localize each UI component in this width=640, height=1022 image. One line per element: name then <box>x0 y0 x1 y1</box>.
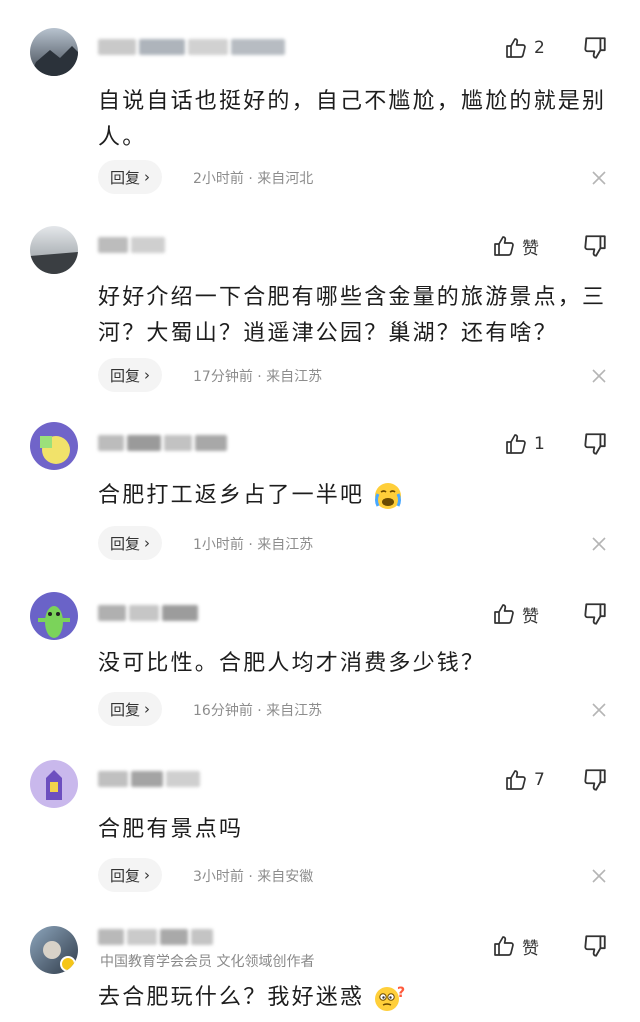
dismiss-button[interactable] <box>592 868 606 883</box>
like-count: 赞 <box>522 938 539 959</box>
reply-button[interactable]: 回复 › <box>98 358 163 392</box>
like-button[interactable]: 2 <box>504 34 545 62</box>
avatar[interactable] <box>30 926 78 974</box>
like-button[interactable]: 赞 <box>492 232 539 260</box>
comment-text: 合肥打工返乡占了一半吧 <box>98 483 365 508</box>
thumbs-up-icon <box>494 604 514 624</box>
thumbs-down-icon <box>584 433 606 455</box>
avatar[interactable] <box>30 28 78 76</box>
dislike-button[interactable] <box>582 933 608 959</box>
thumbs-down-icon <box>584 37 606 59</box>
comment-meta: 3小时前 · 来自安徽 <box>193 869 314 885</box>
reply-label: 回复 <box>110 534 141 553</box>
avatar[interactable] <box>30 760 78 808</box>
comment-text: 没可比性。合肥人均才消费多少钱？ <box>98 651 486 676</box>
close-icon <box>592 537 606 551</box>
avatar[interactable] <box>30 226 78 274</box>
comment-text: 合肥有景点吗 <box>98 817 244 842</box>
like-button[interactable]: 赞 <box>492 932 539 960</box>
comment-text-row: 去合肥玩什么？我好迷惑 ? <box>98 980 608 1016</box>
like-button[interactable]: 7 <box>504 766 545 794</box>
reply-button[interactable]: 回复 › <box>98 858 163 892</box>
chevron-right-icon: › <box>144 700 151 718</box>
chevron-right-icon: › <box>144 168 151 186</box>
comment-meta: 2小时前 · 来自河北 <box>193 171 314 187</box>
comment-meta: 17分钟前 · 来自江苏 <box>193 369 323 385</box>
chevron-right-icon: › <box>144 366 151 384</box>
avatar[interactable] <box>30 592 78 640</box>
crying-face-emoji-icon <box>375 483 402 509</box>
user-subtitle: 中国教育学会会员 文化领域创作者 <box>100 954 315 970</box>
dislike-button[interactable] <box>582 233 608 259</box>
comment-meta: 1小时前 · 来自江苏 <box>193 537 314 553</box>
reply-label: 回复 <box>110 168 141 187</box>
thumbs-up-icon <box>494 236 514 256</box>
comment-meta: 16分钟前 · 来自江苏 <box>193 703 323 719</box>
avatar[interactable] <box>30 422 78 470</box>
like-count: 赞 <box>522 606 539 627</box>
thumbs-up-icon <box>506 38 526 58</box>
dismiss-button[interactable] <box>592 368 606 383</box>
like-button[interactable]: 1 <box>504 430 545 458</box>
thumbs-down-icon <box>584 769 606 791</box>
like-count: 7 <box>534 770 545 790</box>
dismiss-button[interactable] <box>592 170 606 185</box>
thumbs-up-icon <box>506 434 526 454</box>
dislike-button[interactable] <box>582 35 608 61</box>
close-icon <box>592 171 606 185</box>
comment-text-row: 合肥打工返乡占了一半吧 <box>98 478 608 514</box>
thumbs-up-icon <box>494 936 514 956</box>
thumbs-down-icon <box>584 603 606 625</box>
like-count: 2 <box>534 38 545 58</box>
dismiss-button[interactable] <box>592 702 606 717</box>
like-count: 赞 <box>522 238 539 259</box>
comment-text: 去合肥玩什么？我好迷惑 <box>98 985 365 1010</box>
reply-button[interactable]: 回复 › <box>98 526 163 560</box>
comment-text: 自说自话也挺好的，自己不尴尬，尴尬的就是别人。 <box>98 89 607 150</box>
reply-label: 回复 <box>110 366 141 385</box>
comment-text: 好好介绍一下合肥有哪些含金量的旅游景点，三河？大蜀山？逍遥津公园？巢湖？还有啥？ <box>98 285 607 346</box>
dismiss-button[interactable] <box>592 536 606 551</box>
username-blurred[interactable] <box>98 768 200 790</box>
reply-button[interactable]: 回复 › <box>98 692 163 726</box>
close-icon <box>592 369 606 383</box>
thumbs-down-icon <box>584 935 606 957</box>
username-blurred[interactable] <box>98 602 198 624</box>
chevron-right-icon: › <box>144 866 151 884</box>
dislike-button[interactable] <box>582 767 608 793</box>
close-icon <box>592 869 606 883</box>
dislike-button[interactable] <box>582 601 608 627</box>
like-button[interactable]: 赞 <box>492 600 539 628</box>
reply-button[interactable]: 回复 › <box>98 160 163 194</box>
chevron-right-icon: › <box>144 534 151 552</box>
svg-text:?: ? <box>397 985 407 1001</box>
like-count: 1 <box>534 434 545 454</box>
username-blurred[interactable] <box>98 234 165 256</box>
username-blurred[interactable] <box>98 432 227 454</box>
reply-label: 回复 <box>110 700 141 719</box>
close-icon <box>592 703 606 717</box>
dislike-button[interactable] <box>582 431 608 457</box>
username-blurred[interactable] <box>98 926 213 948</box>
confused-face-emoji-icon: ? <box>375 985 407 1011</box>
reply-label: 回复 <box>110 866 141 885</box>
thumbs-down-icon <box>584 235 606 257</box>
thumbs-up-icon <box>506 770 526 790</box>
username-blurred[interactable] <box>98 36 285 58</box>
